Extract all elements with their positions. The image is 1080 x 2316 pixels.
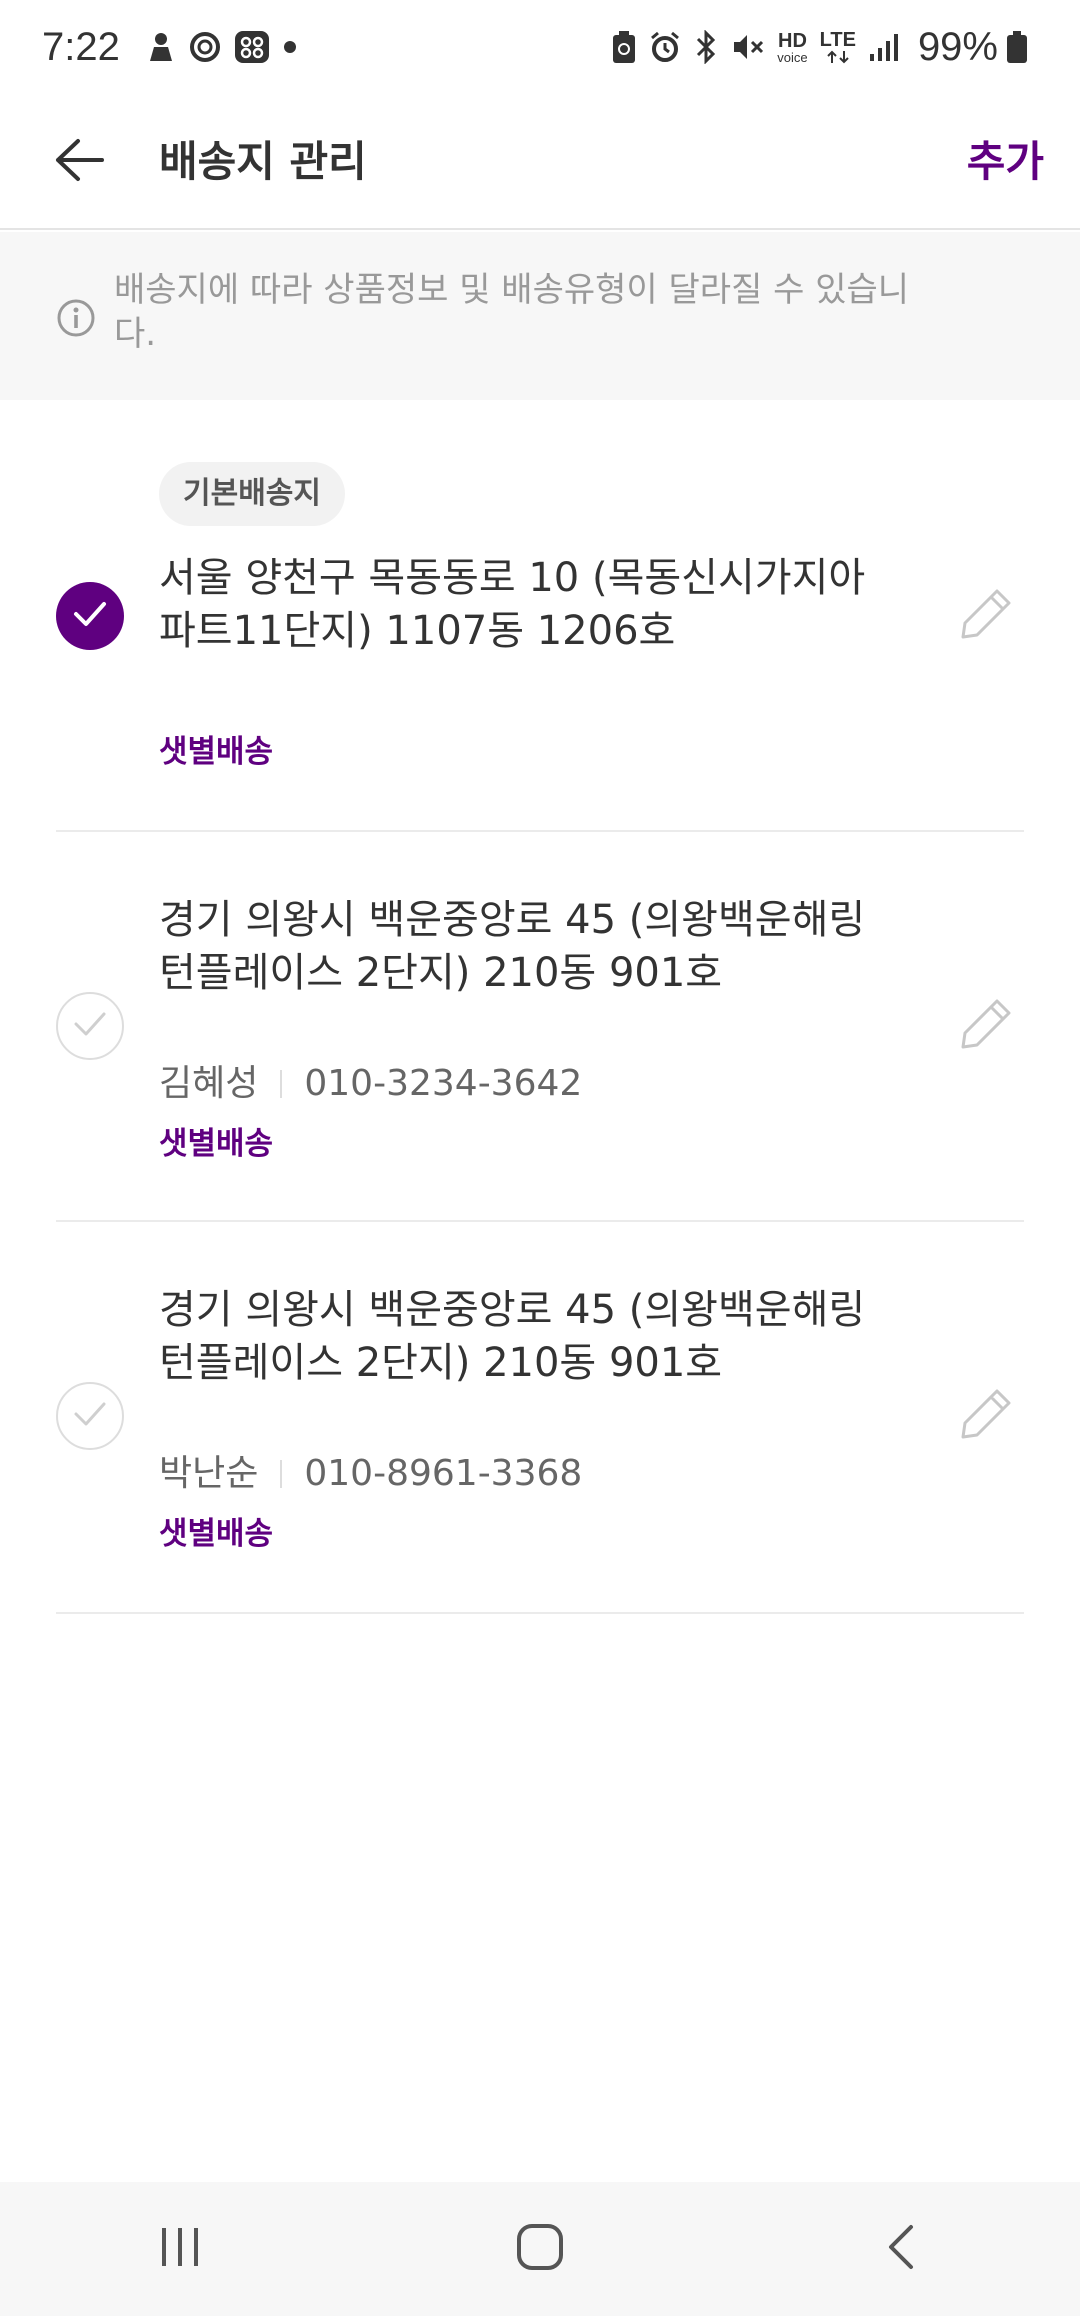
lte-label: LTE: [819, 29, 856, 51]
recipient-row: 김혜성 010-3234-3642: [159, 1060, 582, 1108]
address-item[interactable]: 기본배송지 서울 양천구 목동동로 10 (목동신시가지아파트11단지) 110…: [0, 400, 1080, 832]
delivery-type-label: 샛별배송: [159, 1126, 274, 1162]
address-radio-unselected[interactable]: [56, 992, 124, 1060]
mute-icon: [731, 31, 765, 63]
edit-address-button[interactable]: [948, 1378, 1024, 1454]
recents-button[interactable]: [110, 2199, 250, 2299]
address-list: 기본배송지 서울 양천구 목동동로 10 (목동신시가지아파트11단지) 110…: [0, 400, 1080, 1614]
status-bar: 7:22 HD voice LTE 99%: [0, 0, 1080, 94]
recipient-phone: 010-8961-3368: [304, 1453, 583, 1494]
recipient-name: 김혜성: [159, 1063, 259, 1104]
edit-address-button[interactable]: [948, 988, 1024, 1064]
more-notifications-dot-icon: [282, 39, 298, 55]
signal-icon: [868, 32, 900, 62]
pencil-icon: [955, 583, 1017, 649]
arrow-left-icon: [54, 138, 106, 186]
address-text: 서울 양천구 목동동로 10 (목동신시가지아파트11단지) 1107동 120…: [159, 555, 866, 654]
recipient-phone: 010-3234-3642: [304, 1063, 583, 1104]
address-text: 경기 의왕시 백운중앙로 45 (의왕백운해링턴플레이스 2단지) 210동 9…: [159, 1287, 866, 1386]
address-radio-unselected[interactable]: [56, 1382, 124, 1450]
bluetooth-icon: [693, 30, 719, 64]
hd-voice-icon: HD voice: [777, 31, 807, 64]
separator: [280, 1460, 283, 1488]
pencil-icon: [955, 993, 1017, 1059]
check-icon: [72, 1010, 108, 1042]
default-address-badge: 기본배송지: [159, 462, 345, 526]
delivery-type-label: 샛별배송: [159, 1516, 274, 1552]
recents-icon: [158, 2226, 202, 2272]
recipient-row: 박난순 010-8961-3368: [159, 1450, 582, 1498]
status-right: HD voice LTE 99%: [611, 25, 1040, 70]
divider: [56, 1612, 1024, 1614]
status-left: 7:22: [42, 25, 310, 70]
notice-banner: 배송지에 따라 상품정보 및 배송유형이 달라질 수 있습니다.: [0, 232, 1080, 400]
info-circle-icon: [56, 298, 96, 338]
battery-icon: [1006, 30, 1028, 64]
battery-saver-icon: [611, 30, 637, 64]
back-button[interactable]: [40, 124, 120, 200]
home-button[interactable]: [470, 2199, 610, 2299]
app-bar: 배송지 관리 추가: [0, 94, 1080, 230]
check-icon: [72, 600, 108, 632]
home-icon: [516, 2223, 564, 2275]
address-text: 경기 의왕시 백운중앙로 45 (의왕백운해링턴플레이스 2단지) 210동 9…: [159, 897, 866, 996]
page-title: 배송지 관리: [159, 137, 367, 186]
separator: [280, 1070, 283, 1098]
edit-address-button[interactable]: [948, 578, 1024, 654]
pencil-icon: [955, 1383, 1017, 1449]
system-back-button[interactable]: [830, 2199, 970, 2299]
notice-text: 배송지에 따라 상품정보 및 배송유형이 달라질 수 있습니다.: [114, 270, 910, 354]
check-icon: [72, 1400, 108, 1432]
status-time: 7:22: [42, 24, 120, 69]
recipient-name: 박난순: [159, 1453, 259, 1494]
app-notification-icon: [146, 31, 176, 63]
alarm-icon: [649, 31, 681, 63]
hd-label: HD: [778, 29, 807, 52]
system-nav-bar: [0, 2182, 1080, 2316]
delivery-type-label: 샛별배송: [159, 734, 274, 770]
battery-percent: 99%: [917, 24, 998, 69]
address-item[interactable]: 경기 의왕시 백운중앙로 45 (의왕백운해링턴플레이스 2단지) 210동 9…: [0, 832, 1080, 1222]
settings-notification-icon: [188, 30, 222, 64]
add-address-button[interactable]: 추가: [967, 130, 1044, 194]
address-radio-selected[interactable]: [56, 582, 124, 650]
address-item[interactable]: 경기 의왕시 백운중앙로 45 (의왕백운해링턴플레이스 2단지) 210동 9…: [0, 1222, 1080, 1614]
voice-label: voice: [777, 49, 808, 65]
app-badge-notification-icon: [234, 30, 270, 64]
chevron-left-icon: [885, 2224, 915, 2274]
lte-icon: LTE: [820, 30, 856, 64]
